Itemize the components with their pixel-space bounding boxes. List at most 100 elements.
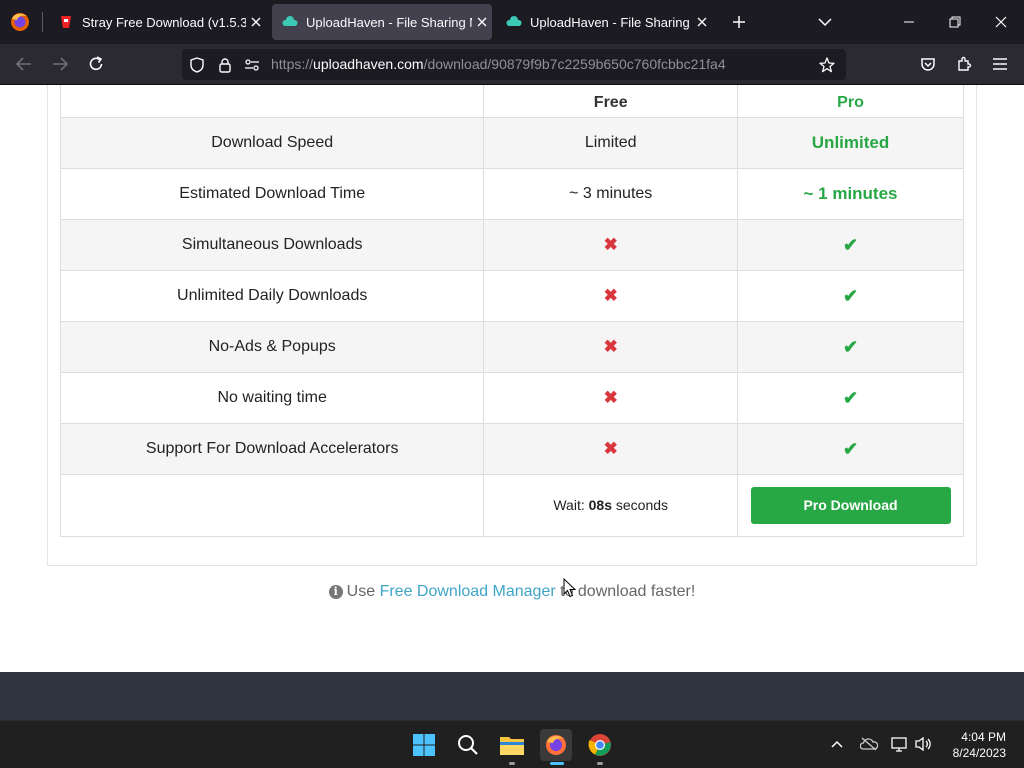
page-footer: [0, 672, 1024, 720]
show-hidden-icons-button[interactable]: [826, 733, 848, 755]
cloud-offline-icon: [860, 737, 878, 751]
mouse-cursor-icon: [563, 578, 577, 598]
blank-cell: [59, 474, 485, 537]
feature-label: Estimated Download Time: [59, 168, 485, 220]
cross-icon: ✖: [603, 439, 618, 458]
cross-icon: ✖: [603, 388, 618, 407]
start-button[interactable]: [408, 729, 440, 761]
arrow-right-icon: [53, 57, 68, 71]
minimize-icon: [904, 21, 914, 23]
feature-label: No-Ads & Popups: [59, 321, 485, 373]
url-bar[interactable]: https://uploadhaven.com/download/90879f9…: [182, 49, 846, 80]
feature-label: Simultaneous Downloads: [59, 219, 485, 271]
back-button[interactable]: [10, 50, 38, 78]
close-icon: [995, 16, 1007, 28]
web-page: Free Pro Download Speed Limited Unlimite…: [0, 85, 1024, 672]
system-clock[interactable]: 4:04 PM 8/24/2023: [953, 729, 1006, 761]
chrome-icon: [588, 734, 611, 756]
header-pro: Pro: [737, 85, 964, 118]
table-row: Download Speed Limited Unlimited: [59, 117, 964, 169]
wait-countdown: Wait: 08s seconds: [483, 474, 739, 537]
free-download-manager-link[interactable]: Free Download Manager: [380, 583, 556, 600]
header-free: Free: [483, 85, 739, 118]
list-all-tabs-button[interactable]: [803, 0, 847, 44]
tab-bar: Stray Free Download (v1.5.368) UploadHav…: [0, 0, 1024, 44]
chevron-up-icon: [831, 740, 843, 748]
firefox-menu-icon[interactable]: [8, 10, 32, 34]
cross-icon: ✖: [603, 235, 618, 254]
close-tab-icon[interactable]: [472, 12, 492, 32]
file-explorer-button[interactable]: [496, 729, 528, 761]
feature-label: Download Speed: [59, 117, 485, 169]
pro-download-button[interactable]: Pro Download: [750, 487, 951, 524]
table-header-row: Free Pro: [59, 85, 964, 118]
table-row: Unlimited Daily Downloads ✖ ✔: [59, 270, 964, 322]
info-icon: i: [328, 585, 343, 599]
plus-icon: [733, 16, 745, 28]
network-icon: [891, 737, 907, 752]
tab-stray[interactable]: Stray Free Download (v1.5.368): [48, 4, 266, 40]
search-icon: [458, 735, 478, 755]
check-icon: ✔: [842, 285, 859, 306]
tab-title: Stray Free Download (v1.5.368): [82, 14, 246, 30]
download-actions-row: Wait: 08s seconds Pro Download: [59, 474, 964, 537]
cross-icon: ✖: [603, 337, 618, 356]
tab-uploadhaven-active[interactable]: UploadHaven - File Sharing Ma: [272, 4, 492, 40]
uploadhaven-favicon-icon: [506, 16, 522, 26]
minimize-button[interactable]: [886, 0, 932, 44]
feature-label: Support For Download Accelerators: [59, 423, 485, 475]
close-tab-icon[interactable]: [692, 12, 712, 32]
table-row: No waiting time ✖ ✔: [59, 372, 964, 424]
clock-time: 4:04 PM: [961, 730, 1006, 744]
close-tab-icon[interactable]: [246, 12, 266, 32]
free-value: ~ 3 minutes: [483, 168, 739, 220]
pro-value: Unlimited: [737, 117, 964, 169]
table-row: Simultaneous Downloads ✖ ✔: [59, 219, 964, 271]
tab-uploadhaven[interactable]: UploadHaven - File Sharing Ma: [496, 4, 712, 40]
reload-icon: [89, 56, 103, 71]
free-value: Limited: [483, 117, 739, 169]
search-button[interactable]: [452, 729, 484, 761]
chevron-down-icon: [818, 18, 832, 27]
extensions-button[interactable]: [950, 50, 978, 78]
forward-button[interactable]: [46, 50, 74, 78]
windows-taskbar: 4:04 PM 8/24/2023: [0, 720, 1024, 768]
folder-icon: [500, 737, 524, 755]
check-icon: ✔: [842, 387, 859, 408]
close-window-button[interactable]: [978, 0, 1024, 44]
stray-favicon-icon: [61, 16, 71, 28]
url-text[interactable]: https://uploadhaven.com/download/90879f9…: [271, 56, 726, 72]
arrow-left-icon: [16, 57, 31, 71]
check-icon: ✔: [842, 234, 859, 255]
cross-icon: ✖: [603, 286, 618, 305]
clock-date: 8/24/2023: [952, 746, 1006, 760]
plan-comparison-table: Free Pro Download Speed Limited Unlimite…: [59, 85, 964, 537]
header-blank: [59, 85, 485, 118]
tracking-protection-shield-icon[interactable]: [188, 56, 206, 74]
reload-button[interactable]: [82, 50, 110, 78]
table-row: No-Ads & Popups ✖ ✔: [59, 321, 964, 373]
permissions-icon[interactable]: [243, 56, 261, 74]
app-menu-button[interactable]: [986, 50, 1014, 78]
new-tab-button[interactable]: [717, 0, 761, 44]
navigation-toolbar: https://uploadhaven.com/download/90879f9…: [0, 44, 1024, 85]
puzzle-icon: [958, 56, 972, 71]
restore-button[interactable]: [932, 0, 978, 44]
onedrive-button[interactable]: [858, 733, 880, 755]
feature-label: No waiting time: [59, 372, 485, 424]
table-row: Support For Download Accelerators ✖ ✔: [59, 423, 964, 475]
chrome-taskbar-button[interactable]: [584, 729, 616, 761]
volume-button[interactable]: [913, 733, 935, 755]
wait-seconds: 08s: [588, 496, 612, 513]
uploadhaven-favicon-icon: [282, 16, 298, 26]
hamburger-menu-icon: [993, 58, 1007, 70]
table-row: Estimated Download Time ~ 3 minutes ~ 1 …: [59, 168, 964, 220]
tab-title: UploadHaven - File Sharing Ma: [306, 14, 472, 30]
network-button[interactable]: [889, 733, 911, 755]
bookmark-star-icon[interactable]: [818, 56, 836, 74]
check-icon: ✔: [842, 336, 859, 357]
pocket-button[interactable]: [914, 50, 942, 78]
speaker-icon: [915, 736, 931, 752]
firefox-taskbar-button[interactable]: [540, 729, 572, 761]
lock-icon[interactable]: [216, 56, 234, 74]
